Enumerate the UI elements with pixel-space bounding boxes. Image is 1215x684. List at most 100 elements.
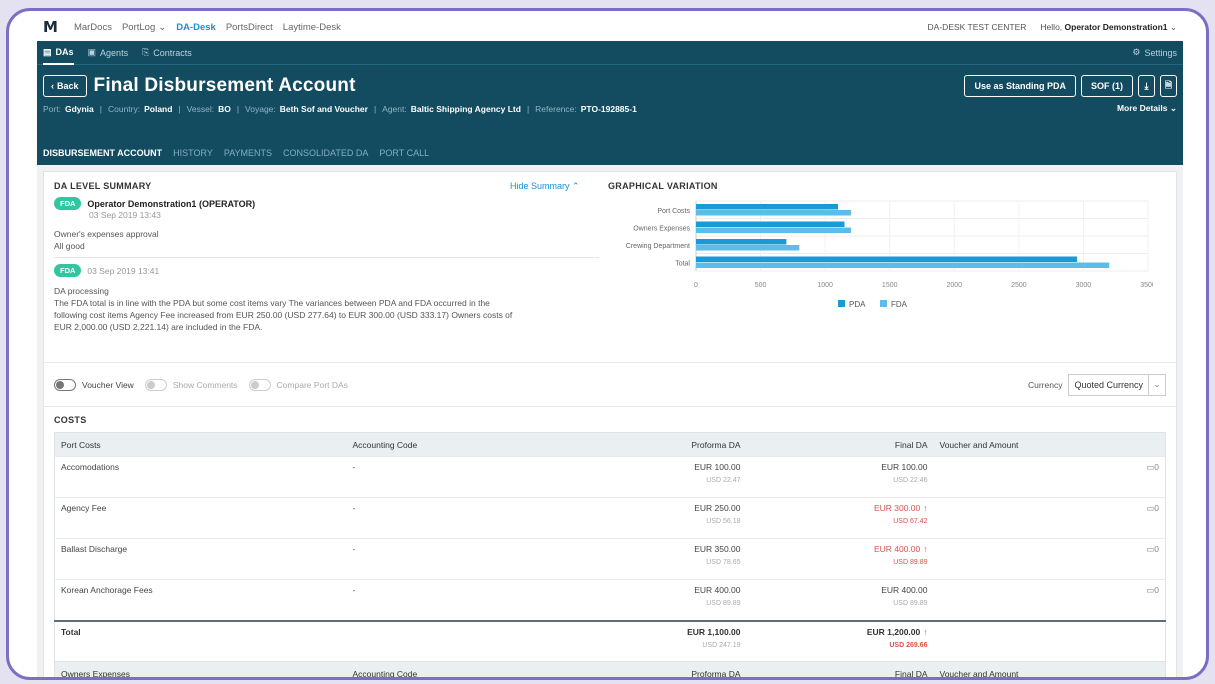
bar-fda xyxy=(696,262,1110,268)
arrow-up-icon: ↑ xyxy=(923,544,928,554)
entry-line: EUR 2,000.00 (USD 2,221.14) are included… xyxy=(54,322,263,332)
compare-port-das-toggle[interactable]: Compare Port DAs xyxy=(248,378,348,391)
x-tick-label: 2000 xyxy=(946,282,962,289)
back-button[interactable]: ‹ Back xyxy=(43,75,87,97)
entry-text: Owner's expenses approval All good xyxy=(54,228,599,252)
currency-select[interactable]: Quoted Currency ⌄ xyxy=(1068,373,1166,396)
proforma-amount: EUR 400.00 USD 89.89 xyxy=(606,579,747,621)
total-fda-eur-increased: EUR 1,200.00 ↑ xyxy=(753,627,928,637)
header-actions: Use as Standing PDA SOF (1) ⤓ 🗎 xyxy=(964,75,1177,97)
show-comments-toggle[interactable]: Show Comments xyxy=(144,378,238,391)
da-card: DA LEVEL SUMMARY FDA Operator Demonstrat… xyxy=(43,171,1177,677)
legend-label: FDA xyxy=(891,300,908,309)
toggle-switch[interactable] xyxy=(54,378,76,391)
nav-laytime-desk[interactable]: Laytime-Desk xyxy=(283,22,341,33)
proforma-amount: EUR 100.00 USD 22.47 xyxy=(606,456,747,498)
subnav-agents[interactable]: ▣ Agents xyxy=(88,47,129,58)
subnav-contracts[interactable]: ⎘ Contracts xyxy=(142,47,192,58)
toggle-switch[interactable] xyxy=(248,378,271,391)
da-info-row: Port: Gdynia | Country: Poland | Vessel:… xyxy=(37,97,1183,114)
user-menu[interactable]: Hello, Operator Demonstration1 ⌄ xyxy=(1040,22,1177,33)
tab-disbursement-account[interactable]: DISBURSEMENT ACCOUNT xyxy=(43,148,162,158)
app: M MarDocs PortLog ⌄ DA-Desk PortsDirect L… xyxy=(37,13,1183,677)
costs-title: COSTS xyxy=(54,415,87,425)
table-row[interactable]: Ballast Discharge - EUR 350.00 USD 78.65 … xyxy=(54,538,1166,580)
variation-chart: 0 500 1000 1500 2000 2500 3000 3500 Port Costs Ow… xyxy=(626,200,1153,309)
nav-portlog-label: PortLog xyxy=(121,21,156,33)
cost-code: - xyxy=(346,538,607,580)
divider xyxy=(54,257,599,258)
download-button[interactable]: ⤓ xyxy=(1138,75,1155,97)
costs-table: Port Costs Accounting Code Proforma DA F… xyxy=(54,432,1166,677)
nav-portlog[interactable]: PortLog ⌄ xyxy=(122,22,166,33)
subnav-das[interactable]: ▤ DAs xyxy=(43,41,74,65)
comments-cell[interactable]: ▭0 xyxy=(933,497,1166,539)
chevron-down-icon: ⌄ xyxy=(1169,103,1177,113)
nav-portsdirect[interactable]: PortsDirect xyxy=(226,22,273,33)
more-details-label: More Details xyxy=(1116,103,1168,113)
table-row[interactable]: Agency Fee - EUR 250.00 USD 56.18 EUR 300… xyxy=(54,497,1166,539)
subnav-das-label: DAs xyxy=(55,46,74,57)
nav-mardocs[interactable]: MarDocs xyxy=(74,22,112,33)
settings-link[interactable]: ⚙ Settings xyxy=(1132,47,1177,58)
toggle-switch[interactable] xyxy=(144,378,167,391)
fda-usd: USD 22.46 xyxy=(893,477,928,484)
top-navigation: M MarDocs PortLog ⌄ DA-Desk PortsDirect L… xyxy=(37,13,1183,41)
chart-title: GRAPHICAL VARIATION xyxy=(608,181,718,191)
currency-label: Currency xyxy=(1027,379,1063,390)
final-amount: EUR 400.00 USD 89.89 xyxy=(746,579,934,621)
use-as-standing-pda-button[interactable]: Use as Standing PDA xyxy=(964,75,1076,97)
legend-swatch xyxy=(880,300,887,307)
comments-cell[interactable]: ▭0 xyxy=(933,456,1166,498)
tab-payments[interactable]: PAYMENTS xyxy=(224,148,272,158)
subnav-contracts-label: Contracts xyxy=(153,47,192,58)
total-row: Total EUR 1,100.00 USD 247.19 EUR 1,200.0… xyxy=(54,619,1166,662)
port-value: Gdynia xyxy=(64,103,94,114)
table-header-row: Port Costs Accounting Code Proforma DA F… xyxy=(54,432,1166,457)
tab-consolidated-da[interactable]: CONSOLIDATED DA xyxy=(283,148,368,158)
bar-pda xyxy=(696,204,839,210)
chevron-down-icon: ⌄ xyxy=(1148,374,1165,395)
x-tick-label: 500 xyxy=(755,282,767,289)
arrow-up-icon: ↑ xyxy=(923,626,928,637)
port-label: Port: xyxy=(43,103,61,114)
comment-count: 0 xyxy=(1154,585,1159,595)
cost-name: Agency Fee xyxy=(54,497,347,539)
sof-button[interactable]: SOF (1) xyxy=(1080,75,1133,97)
table-row[interactable]: Korean Anchorage Fees - EUR 400.00 USD 89… xyxy=(54,579,1166,621)
summary-entry-head: FDA 03 Sep 2019 13:41 xyxy=(54,264,599,277)
pda-eur: EUR 100.00 xyxy=(694,462,741,472)
pda-usd: USD 89.89 xyxy=(706,600,741,607)
pdf-button[interactable]: 🗎 xyxy=(1160,75,1177,97)
col-proforma-da: Proforma DA xyxy=(606,432,747,457)
agents-icon: ▣ xyxy=(87,47,97,57)
graphical-variation: GRAPHICAL VARIATION 0 500 1000 1500 2000 2500… xyxy=(608,181,1166,353)
entry-time: 03 Sep 2019 13:43 xyxy=(89,210,161,220)
fda-usd: USD 89.89 xyxy=(893,600,928,607)
x-tick-label: 2500 xyxy=(1011,282,1027,289)
table-row[interactable]: Accomodations - EUR 100.00 USD 22.47 EUR … xyxy=(54,456,1166,498)
x-tick-label: 3500 xyxy=(1140,282,1153,289)
more-details-toggle[interactable]: More Details ⌄ xyxy=(1117,103,1177,114)
total-fda-usd: USD 269.66 xyxy=(889,641,928,649)
title-row: ‹ Back Final Disbursement Account Use as … xyxy=(37,65,1183,97)
final-amount: EUR 400.00 ↑ USD 89.89 xyxy=(746,538,934,580)
app-logo[interactable]: M xyxy=(43,18,58,36)
nav-da-desk[interactable]: DA-Desk xyxy=(176,22,216,33)
total-pda-eur: EUR 1,100.00 xyxy=(687,626,741,637)
comments-cell[interactable]: ▭0 xyxy=(933,579,1166,621)
tab-port-call[interactable]: PORT CALL xyxy=(379,148,429,158)
vessel-label: Vessel: xyxy=(186,103,215,114)
top-right-area: DA-DESK TEST CENTER Hello, Operator Demo… xyxy=(928,22,1177,33)
hide-summary-link[interactable]: Hide Summary ⌃ xyxy=(510,181,580,192)
cost-name: Korean Anchorage Fees xyxy=(54,579,347,621)
voucher-view-toggle[interactable]: Voucher View xyxy=(54,378,134,391)
col-voucher-amount: Voucher and Amount xyxy=(933,661,1166,677)
comments-cell[interactable]: ▭0 xyxy=(933,538,1166,580)
view-toggles: Voucher View Show Comments Compare Port … xyxy=(44,362,1176,406)
separator: | xyxy=(99,103,102,114)
tab-history[interactable]: HISTORY xyxy=(173,148,213,158)
nav-da-desk-label: DA-Desk xyxy=(176,21,216,33)
agent-label: Agent: xyxy=(382,103,407,114)
entry-author: Operator Demonstration1 (OPERATOR) xyxy=(87,198,256,209)
